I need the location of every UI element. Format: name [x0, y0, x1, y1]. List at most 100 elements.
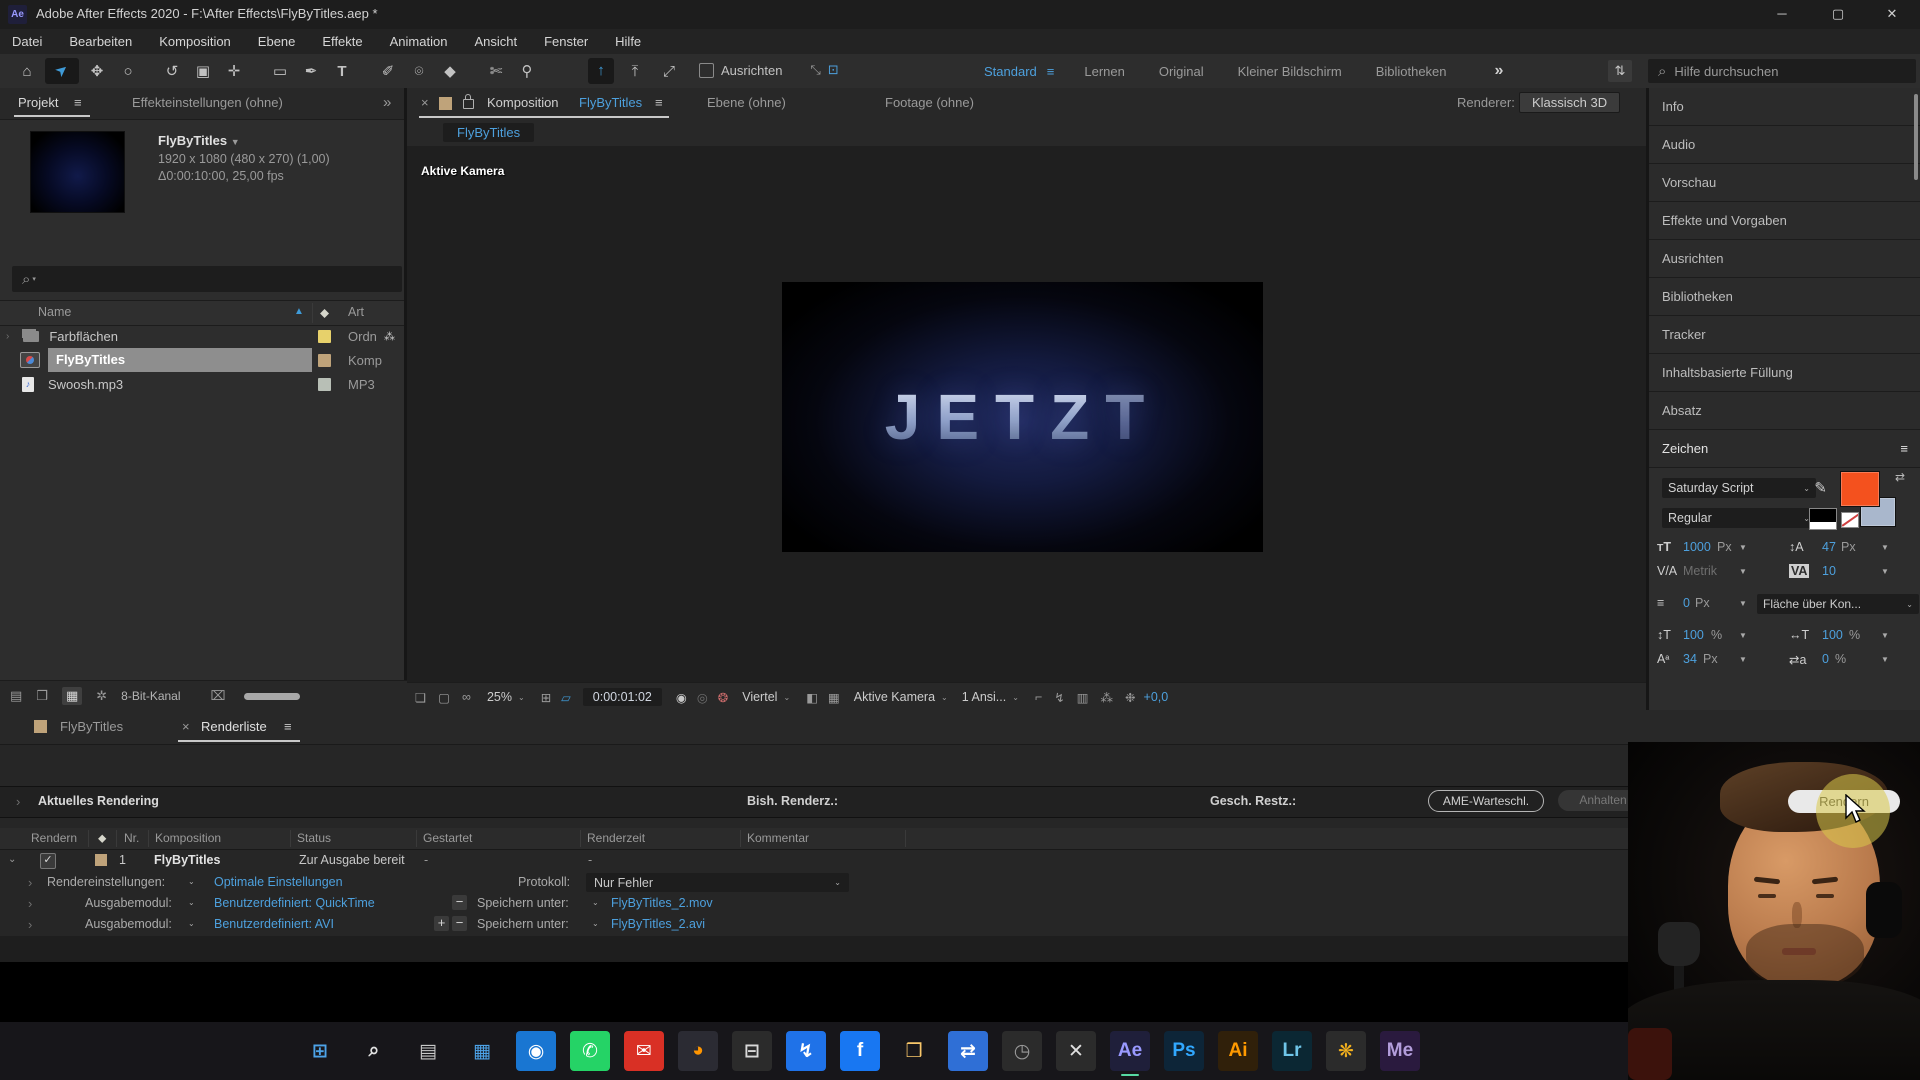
col-nr[interactable]: Nr. [124, 831, 139, 845]
menu-item[interactable]: Komposition [159, 34, 231, 49]
col-gestartet[interactable]: Gestartet [423, 831, 472, 845]
zoom-level-dropdown[interactable]: 25% [487, 690, 512, 704]
horizontal-scrollbar[interactable] [243, 692, 300, 700]
zoom-tool[interactable]: ○ [115, 63, 141, 80]
preview-dropdown-icon[interactable]: ▼ [231, 137, 240, 147]
col-kommentar[interactable]: Kommentar [747, 831, 809, 845]
output-module-value-1[interactable]: Benutzerdefiniert: QuickTime [214, 896, 375, 910]
project-row-farbflaechen[interactable]: › Farbflächen Ordn ⁂ [0, 324, 404, 348]
current-render-twirl-icon[interactable]: › [16, 794, 20, 809]
right-panel-tab[interactable]: Vorschau [1649, 164, 1920, 202]
brush-tool[interactable]: ✐ [375, 62, 401, 80]
workspace-tab-standard[interactable]: Standard [984, 64, 1037, 79]
render-settings-value[interactable]: Optimale Einstellungen [214, 875, 343, 889]
camera-tool[interactable]: ▣ [190, 62, 216, 80]
right-panel-scrollbar[interactable] [1914, 94, 1918, 180]
remove-module-button-2[interactable]: − [452, 916, 467, 931]
view-dropdown[interactable]: Aktive Kamera [854, 690, 935, 704]
comp-canvas[interactable]: JETZT [782, 282, 1263, 552]
primary-viewer-icon[interactable]: ▢ [438, 690, 450, 705]
add-module-button[interactable]: + [434, 916, 449, 931]
pixel-aspect-icon[interactable]: ◧ [806, 690, 818, 705]
menu-item[interactable]: Ansicht [474, 34, 517, 49]
fill-color-swatch[interactable] [1841, 472, 1879, 506]
kerning-dropdown-icon[interactable]: ▼ [1739, 567, 1747, 576]
module1-twirl-icon[interactable]: › [28, 896, 32, 911]
menu-item[interactable]: Fenster [544, 34, 588, 49]
baseline-shift-value[interactable]: 34 [1683, 652, 1697, 666]
new-folder-icon[interactable]: ❒ [36, 688, 48, 704]
orbit-tool[interactable]: ↺ [159, 62, 185, 80]
baseline-dropdown-icon[interactable]: ▼ [1739, 655, 1747, 664]
tsume-dropdown-icon[interactable]: ▼ [1881, 655, 1889, 664]
taskbar-icon[interactable]: ✉ [624, 1031, 664, 1071]
taskbar-icon[interactable]: Ae [1110, 1031, 1150, 1076]
queue-tab-flybytitles[interactable]: FlyByTitles [60, 719, 123, 734]
col-renderzeit[interactable]: Renderzeit [587, 831, 645, 845]
project-search-box[interactable]: ⌕ ▾ [12, 266, 402, 292]
taskbar-icon[interactable]: ⌕ [354, 1031, 394, 1071]
right-panel-tab[interactable]: Info [1649, 88, 1920, 126]
taskbar-icon[interactable]: Ps [1164, 1031, 1204, 1071]
menu-item[interactable]: Bearbeiten [69, 34, 132, 49]
snap-checkbox[interactable] [699, 62, 714, 78]
goggles-icon[interactable]: ⌐ [1035, 690, 1042, 704]
workspace-menu-icon[interactable]: ≡ [1047, 64, 1055, 79]
tracking-value[interactable]: 10 [1822, 564, 1836, 578]
swap-fill-stroke-icon[interactable]: ⇄ [1895, 470, 1905, 484]
font-size-dropdown-icon[interactable]: ▼ [1739, 543, 1747, 552]
tab-footage[interactable]: Footage (ohne) [885, 95, 974, 110]
exposure-value[interactable]: +0,0 [1144, 690, 1169, 704]
right-panel-tab[interactable]: Audio [1649, 126, 1920, 164]
view-axis-tool[interactable]: ⤢ [656, 63, 682, 80]
expand-icon[interactable]: ⤡ [810, 62, 820, 78]
renderer-value-button[interactable]: Klassisch 3D [1519, 92, 1621, 113]
menu-item[interactable]: Animation [390, 34, 448, 49]
save-as-value-2[interactable]: FlyByTitles_2.avi [611, 917, 705, 931]
always-preview-icon[interactable]: ❏ [415, 690, 426, 705]
resolution-dropdown[interactable]: Viertel [742, 690, 777, 704]
panel-menu-icon[interactable]: ≡ [74, 95, 82, 110]
job-label-chip[interactable] [95, 854, 107, 866]
pan-behind-tool[interactable]: ✛ [221, 62, 247, 80]
taskbar-icon[interactable]: Ai [1218, 1031, 1258, 1071]
right-panel-tab[interactable]: Effekte und Vorgaben [1649, 202, 1920, 240]
log-dropdown[interactable]: Nur Fehler ⌄ [586, 873, 849, 892]
save2-dropdown-icon[interactable]: ⌄ [592, 919, 599, 928]
taskbar-icon[interactable]: ⊞ [300, 1031, 340, 1071]
taskbar-icon[interactable]: ⇄ [948, 1031, 988, 1071]
timecode-display[interactable]: 0:00:01:02 [582, 688, 662, 706]
vertical-scale-value[interactable]: 100 [1683, 628, 1704, 642]
menu-item[interactable]: Ebene [258, 34, 296, 49]
preview-comp-name[interactable]: FlyByTitles [158, 133, 227, 148]
font-style-dropdown[interactable]: Regular ⌄ [1662, 508, 1816, 528]
horizontal-scale-dropdown-icon[interactable]: ▼ [1881, 631, 1889, 640]
module2-twirl-icon[interactable]: › [28, 917, 32, 932]
column-art[interactable]: Art [348, 305, 364, 319]
transparency-grid-icon[interactable]: ▦ [828, 690, 840, 705]
taskbar-icon[interactable]: ❋ [1326, 1031, 1366, 1071]
label-color-chip[interactable] [318, 377, 331, 391]
right-panel-tab[interactable]: Ausrichten [1649, 240, 1920, 278]
comp-breadcrumb[interactable]: FlyByTitles [443, 123, 535, 142]
tab-zeichen[interactable]: Zeichen ≡ [1649, 430, 1920, 468]
right-panel-tab[interactable]: Tracker [1649, 316, 1920, 354]
taskbar-icon[interactable]: ▤ [408, 1031, 448, 1071]
settings-twirl-icon[interactable]: › [28, 875, 32, 890]
tab-komposition-label[interactable]: Komposition [487, 95, 559, 110]
font-size-value[interactable]: 1000 [1683, 540, 1711, 554]
exposure-reset-icon[interactable]: ❉ [1125, 690, 1135, 705]
taskbar-icon[interactable]: ◷ [1002, 1031, 1042, 1071]
tab-ebene[interactable]: Ebene (ohne) [707, 95, 786, 110]
tsume-value[interactable]: 0 [1822, 652, 1829, 666]
rectangle-tool[interactable]: ▭ [267, 62, 293, 80]
taskbar-icon[interactable]: Me [1380, 1031, 1420, 1071]
show-snapshot-icon[interactable]: ◎ [697, 690, 708, 705]
channels-icon[interactable]: ❂ [718, 690, 728, 705]
leading-dropdown-icon[interactable]: ▼ [1881, 543, 1889, 552]
taskbar-icon[interactable]: ▦ [462, 1031, 502, 1071]
menu-item[interactable]: Effekte [322, 34, 362, 49]
module1-dropdown-icon[interactable]: ⌄ [188, 898, 195, 907]
region-of-interest-icon[interactable]: ▱ [561, 690, 571, 705]
adjust-icon[interactable]: ✲ [96, 688, 107, 704]
